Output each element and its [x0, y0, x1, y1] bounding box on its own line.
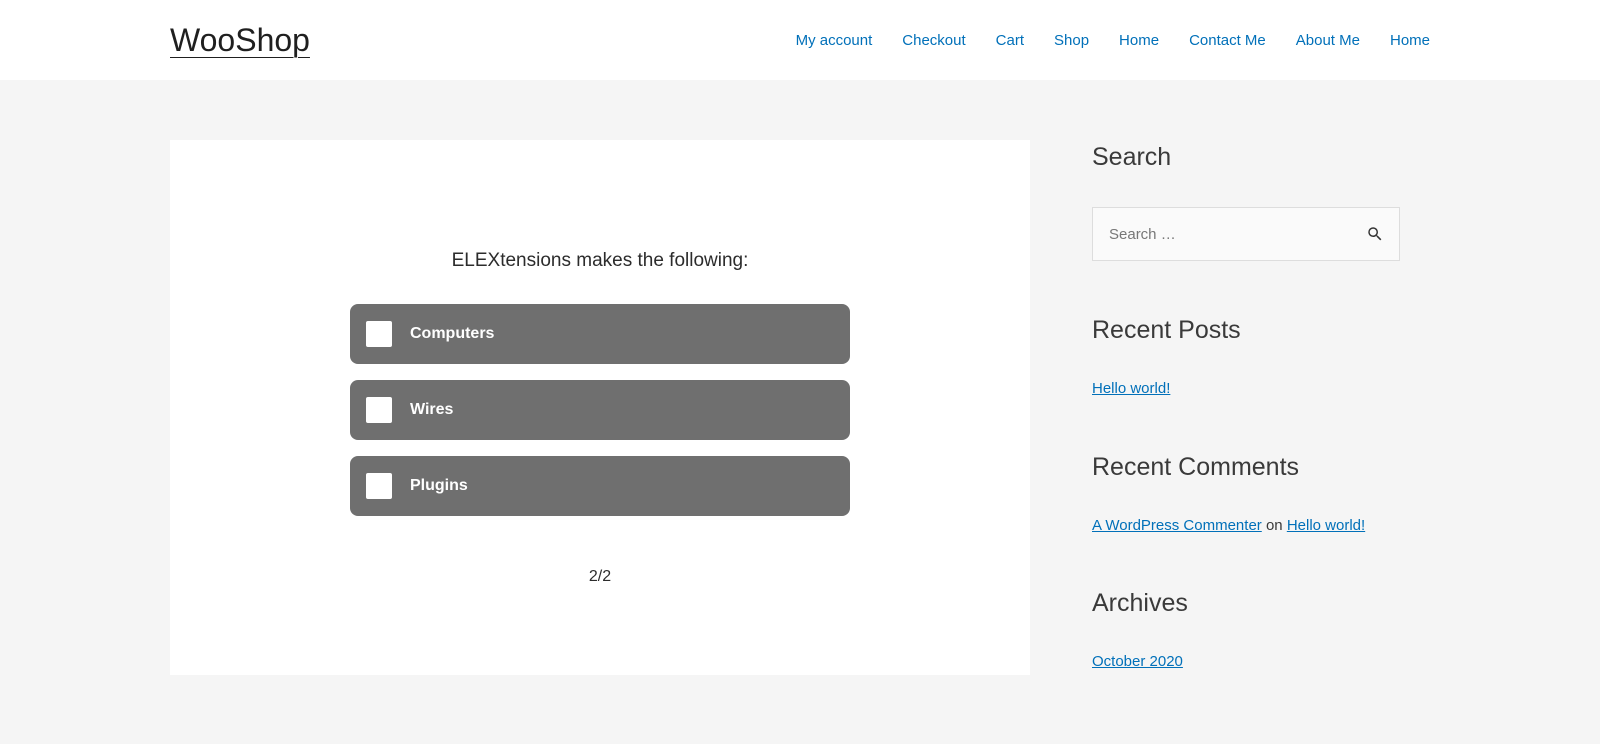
quiz-card: ELEXtensions makes the following: Comput… — [170, 140, 1030, 675]
quiz-answer-label: Computers — [410, 325, 494, 343]
comment-post-link[interactable]: Hello world! — [1287, 517, 1365, 534]
archive-link[interactable]: October 2020 — [1092, 653, 1183, 670]
quiz-page-counter: 2/2 — [589, 568, 611, 586]
nav-checkout[interactable]: Checkout — [902, 32, 965, 49]
nav-my-account[interactable]: My account — [796, 32, 873, 49]
recent-post-link[interactable]: Hello world! — [1092, 380, 1170, 397]
nav-shop[interactable]: Shop — [1054, 32, 1089, 49]
search-icon — [1366, 225, 1384, 243]
widget-recent-comments: Recent Comments A WordPress Commenter on… — [1092, 453, 1430, 534]
quiz-answer-label: Wires — [410, 401, 453, 419]
checkbox-icon — [366, 321, 392, 347]
quiz-answer[interactable]: Computers — [350, 304, 850, 364]
widget-archives: Archives October 2020 — [1092, 589, 1430, 671]
recent-comments-title: Recent Comments — [1092, 453, 1430, 482]
checkbox-icon — [366, 397, 392, 423]
quiz-answer[interactable]: Wires — [350, 380, 850, 440]
search-box — [1092, 207, 1400, 261]
nav-about-me[interactable]: About Me — [1296, 32, 1360, 49]
quiz-answers: Computers Wires Plugins — [350, 304, 850, 516]
nav-home[interactable]: Home — [1119, 32, 1159, 49]
nav-home-2[interactable]: Home — [1390, 32, 1430, 49]
archives-title: Archives — [1092, 589, 1430, 618]
nav-contact-me[interactable]: Contact Me — [1189, 32, 1266, 49]
nav-cart[interactable]: Cart — [996, 32, 1024, 49]
site-header: WooShop My account Checkout Cart Shop Ho… — [0, 0, 1600, 80]
recent-posts-title: Recent Posts — [1092, 316, 1430, 345]
sidebar: Search Recent Posts Hello world! Recent … — [1092, 140, 1430, 671]
widget-recent-posts: Recent Posts Hello world! — [1092, 316, 1430, 398]
widget-search: Search — [1092, 143, 1430, 261]
primary-nav: My account Checkout Cart Shop Home Conta… — [796, 32, 1430, 49]
quiz-answer[interactable]: Plugins — [350, 456, 850, 516]
site-logo[interactable]: WooShop — [170, 22, 310, 59]
quiz-question: ELEXtensions makes the following: — [452, 250, 749, 272]
recent-comment-item: A WordPress Commenter on Hello world! — [1092, 517, 1430, 534]
comment-author-link[interactable]: A WordPress Commenter — [1092, 517, 1262, 534]
quiz-answer-label: Plugins — [410, 477, 468, 495]
checkbox-icon — [366, 473, 392, 499]
comment-sep: on — [1262, 517, 1287, 534]
search-title: Search — [1092, 143, 1430, 172]
search-input[interactable] — [1093, 226, 1351, 243]
search-button[interactable] — [1351, 225, 1399, 243]
